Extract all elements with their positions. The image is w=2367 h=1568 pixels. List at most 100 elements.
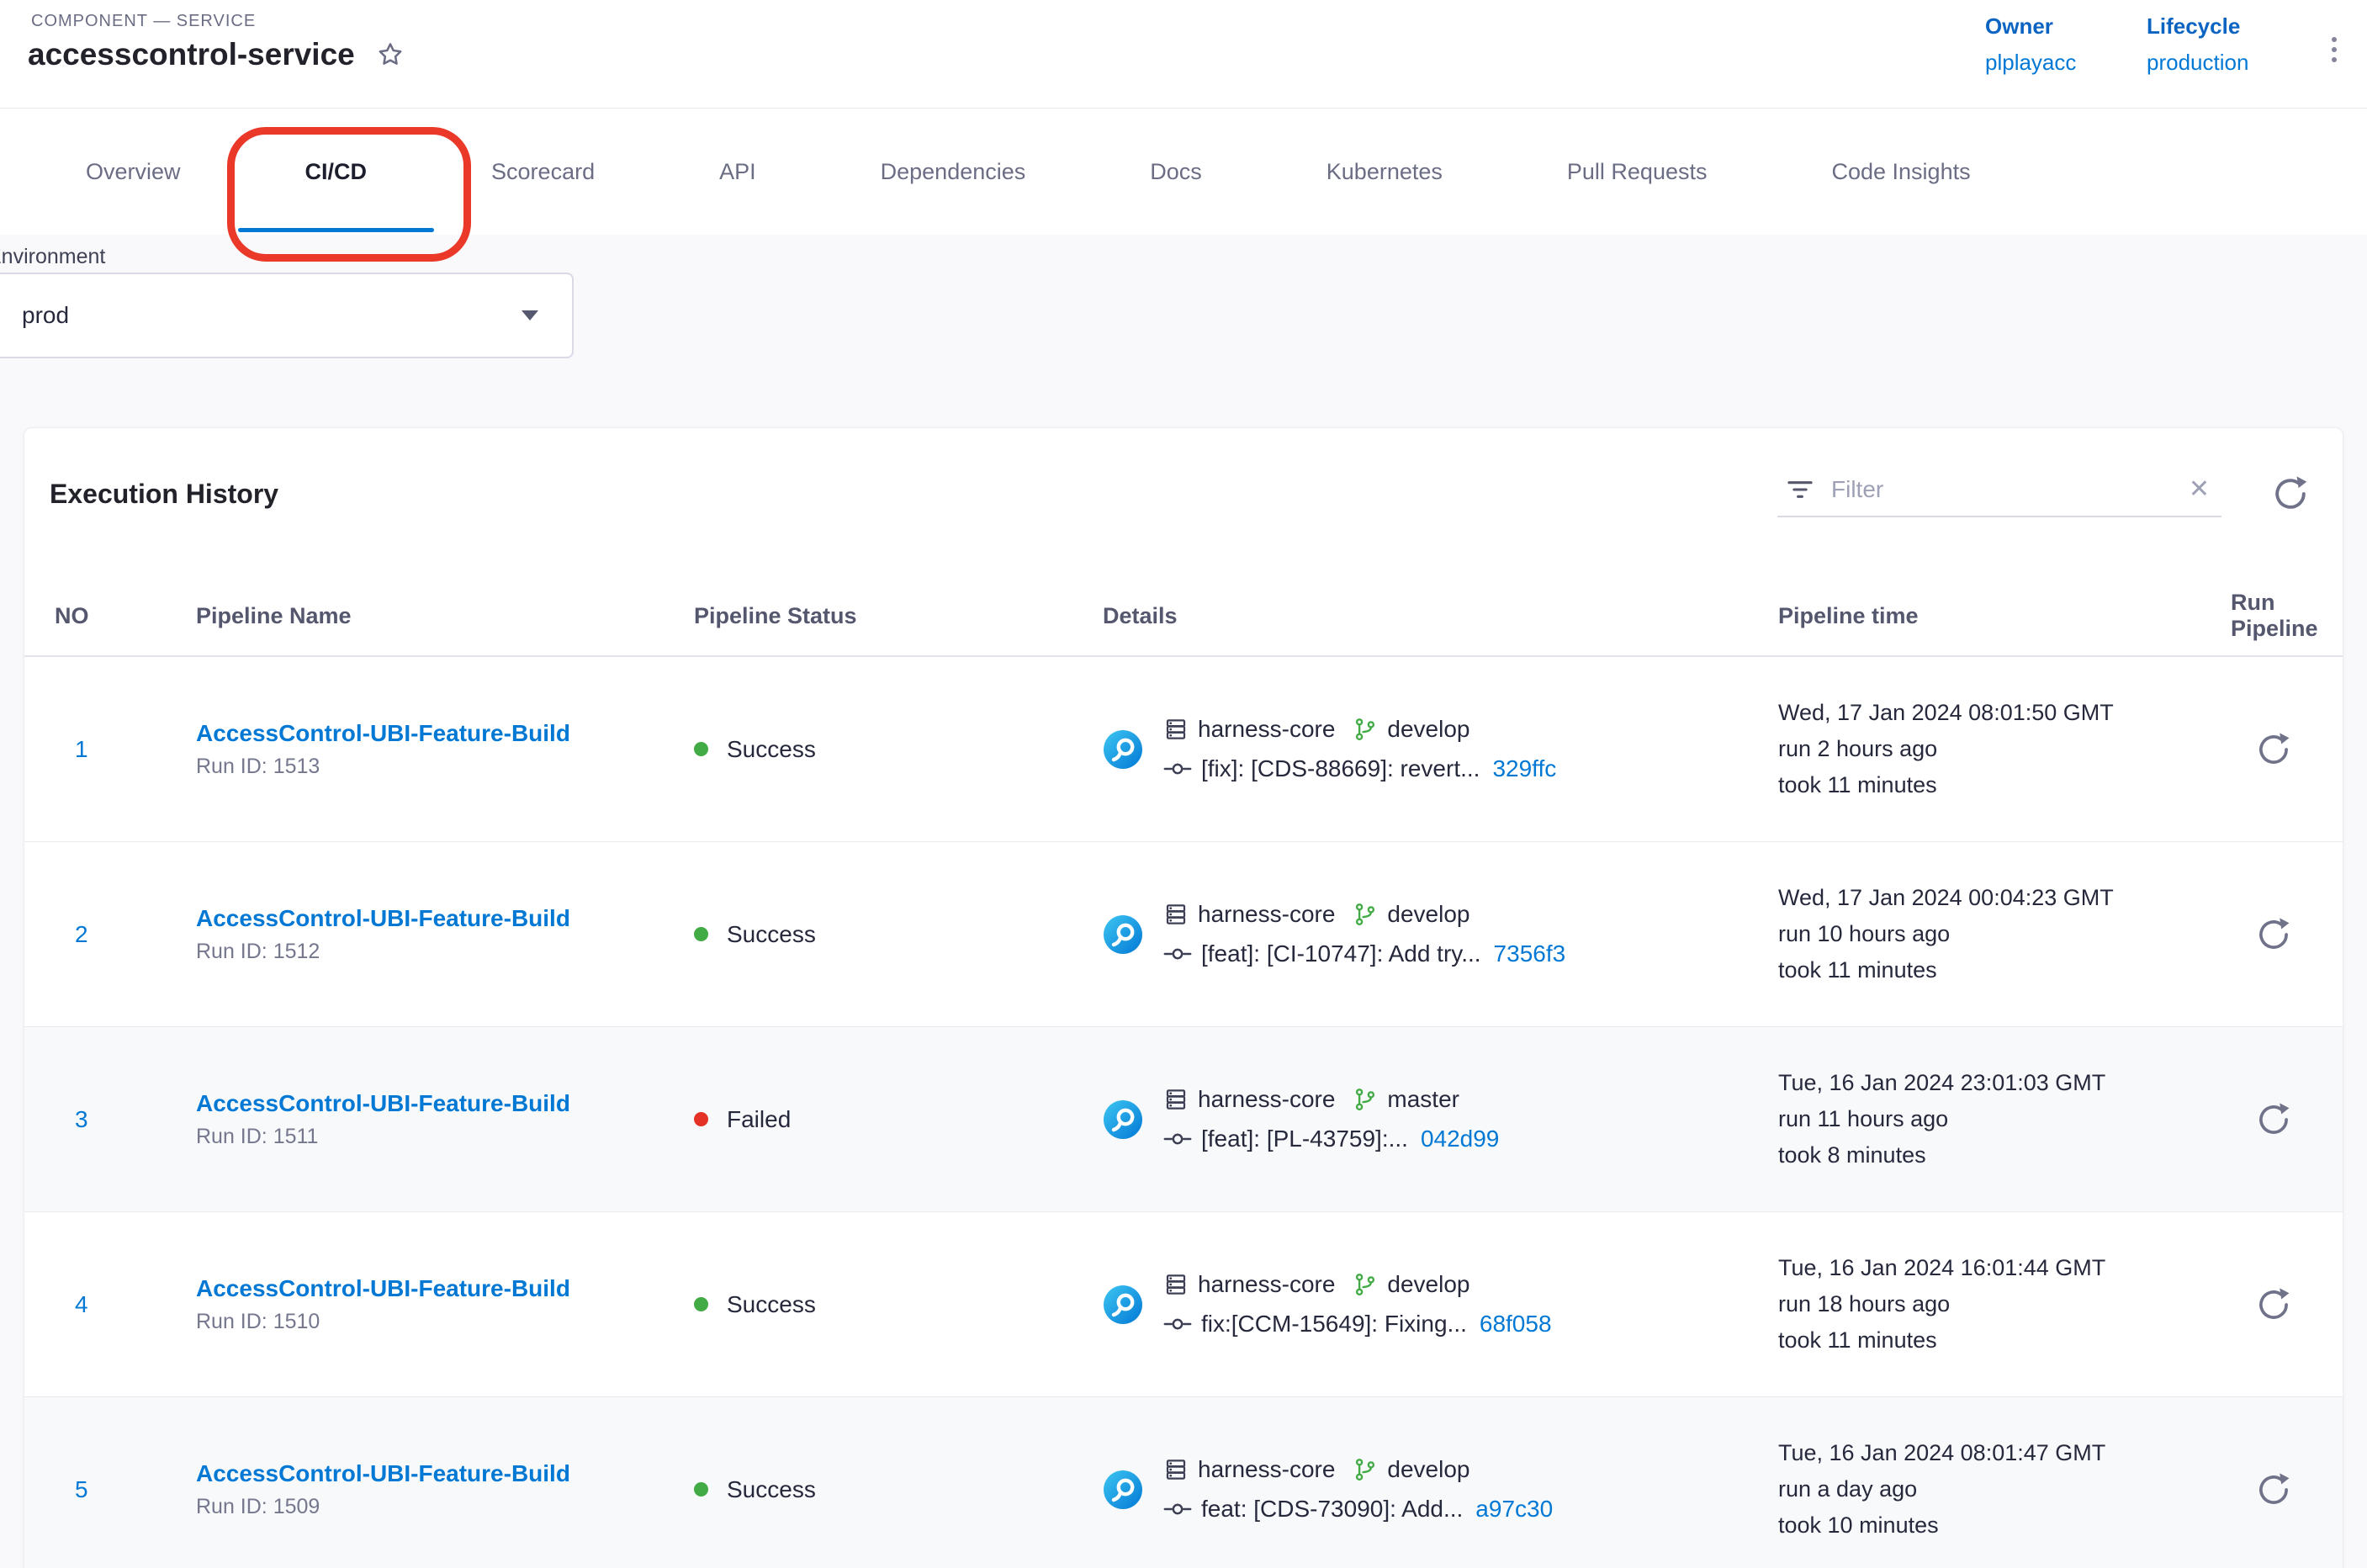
repo-icon <box>1163 1272 1189 1297</box>
commit-icon <box>1163 946 1192 961</box>
clear-filter-button[interactable]: ✕ <box>2184 475 2215 504</box>
pipeline-time-duration: took 11 minutes <box>1778 1327 2231 1353</box>
row-number[interactable]: 4 <box>55 1291 196 1318</box>
run-pipeline-button[interactable] <box>2256 1472 2312 1507</box>
repo-name: harness-core <box>1198 1271 1335 1298</box>
row-number[interactable]: 1 <box>55 736 196 763</box>
pipeline-name-link[interactable]: AccessControl-UBI-Feature-Build <box>196 1275 694 1302</box>
pipeline-name-link[interactable]: AccessControl-UBI-Feature-Build <box>196 905 694 932</box>
run-pipeline-button[interactable] <box>2256 917 2312 952</box>
rerun-icon <box>2256 1102 2291 1137</box>
table-row: 3 AccessControl-UBI-Feature-Build Run ID… <box>24 1027 2343 1212</box>
tab-overview[interactable]: Overview <box>24 109 243 235</box>
commit-hash-link[interactable]: 042d99 <box>1421 1126 1499 1152</box>
breadcrumb: COMPONENT — SERVICE <box>31 12 256 31</box>
commit-hash-link[interactable]: 329ffc <box>1492 755 1556 782</box>
repo-icon <box>1163 1457 1189 1482</box>
commit-hash-link[interactable]: a97c30 <box>1475 1496 1553 1523</box>
tab-bar: OverviewCI/CDScorecardAPIDependenciesDoc… <box>0 109 2367 235</box>
more-options-button[interactable] <box>2327 32 2342 67</box>
table-header: NO Pipeline Name Pipeline Status Details… <box>24 590 2343 657</box>
commit-hash-link[interactable]: 68f058 <box>1480 1311 1552 1338</box>
commit-hash-link[interactable]: 7356f3 <box>1494 940 1566 967</box>
pipeline-time-relative: run 2 hours ago <box>1778 736 2231 762</box>
status-dot <box>694 1297 708 1311</box>
page: COMPONENT — SERVICE accesscontrol-servic… <box>0 0 2367 1568</box>
run-pipeline-button[interactable] <box>2256 1102 2312 1137</box>
column-header-run-pipeline: Run Pipeline <box>2231 590 2318 642</box>
pipeline-icon <box>1103 1285 1143 1325</box>
pipeline-name-link[interactable]: AccessControl-UBI-Feature-Build <box>196 1460 694 1487</box>
tab-dependencies[interactable]: Dependencies <box>818 109 1088 235</box>
kebab-icon <box>2332 37 2337 42</box>
filter-icon <box>1784 474 1816 506</box>
run-pipeline-button[interactable] <box>2256 1287 2312 1322</box>
pipeline-time-duration: took 10 minutes <box>1778 1512 2231 1539</box>
owner-block: Owner plplayacc <box>1985 13 2076 76</box>
pipeline-time-date: Wed, 17 Jan 2024 00:04:23 GMT <box>1778 885 2231 911</box>
section-title: Execution History <box>50 479 278 510</box>
run-pipeline-button[interactable] <box>2256 732 2312 767</box>
repo-icon <box>1163 902 1189 927</box>
git-branch-icon <box>1353 1087 1378 1112</box>
git-branch-icon <box>1353 1457 1378 1482</box>
status-label: Failed <box>727 1106 791 1133</box>
row-number[interactable]: 3 <box>55 1106 196 1133</box>
table-row: 2 AccessControl-UBI-Feature-Build Run ID… <box>24 842 2343 1027</box>
row-number[interactable]: 2 <box>55 921 196 948</box>
branch-name: develop <box>1387 901 1469 928</box>
branch-name: master <box>1387 1086 1459 1113</box>
status-label: Success <box>727 1476 816 1503</box>
owner-label: Owner <box>1985 13 2076 40</box>
tab-docs[interactable]: Docs <box>1088 109 1264 235</box>
commit-message: [feat]: [PL-43759]:... <box>1201 1126 1408 1152</box>
pipeline-time-date: Tue, 16 Jan 2024 08:01:47 GMT <box>1778 1440 2231 1466</box>
tab-kubernetes[interactable]: Kubernetes <box>1264 109 1505 235</box>
pipeline-time-date: Wed, 17 Jan 2024 08:01:50 GMT <box>1778 700 2231 726</box>
pipeline-time-relative: run 11 hours ago <box>1778 1106 2231 1132</box>
pipeline-time-duration: took 8 minutes <box>1778 1142 2231 1168</box>
tab-scorecard[interactable]: Scorecard <box>429 109 657 235</box>
pipeline-name-link[interactable]: AccessControl-UBI-Feature-Build <box>196 1090 694 1117</box>
environment-label: Environment <box>0 245 105 269</box>
table-body: 1 AccessControl-UBI-Feature-Build Run ID… <box>24 657 2343 1568</box>
lifecycle-label: Lifecycle <box>2147 13 2248 40</box>
tab-pull-requests[interactable]: Pull Requests <box>1505 109 1770 235</box>
favorite-star-icon[interactable] <box>375 40 405 70</box>
refresh-button[interactable] <box>2272 475 2309 512</box>
column-header-pipeline-name: Pipeline Name <box>196 603 694 629</box>
commit-message: feat: [CDS-73090]: Add... <box>1201 1496 1463 1523</box>
pipeline-name-link[interactable]: AccessControl-UBI-Feature-Build <box>196 720 694 747</box>
commit-message: fix:[CCM-15649]: Fixing... <box>1201 1311 1467 1338</box>
status-label: Success <box>727 921 816 948</box>
page-title: accesscontrol-service <box>28 37 355 72</box>
branch-name: develop <box>1387 1271 1469 1298</box>
row-number[interactable]: 5 <box>55 1476 196 1503</box>
pipeline-time-relative: run 18 hours ago <box>1778 1291 2231 1317</box>
table-row: 5 AccessControl-UBI-Feature-Build Run ID… <box>24 1397 2343 1568</box>
rerun-icon <box>2256 1472 2291 1507</box>
status-dot <box>694 1482 708 1496</box>
tab-code-insights[interactable]: Code Insights <box>1769 109 2032 235</box>
rerun-icon <box>2256 917 2291 952</box>
owner-link[interactable]: plplayacc <box>1985 50 2076 76</box>
column-header-details: Details <box>1103 603 1778 629</box>
chevron-down-icon <box>522 310 538 320</box>
run-id: Run ID: 1510 <box>196 1310 694 1334</box>
run-id: Run ID: 1512 <box>196 940 694 964</box>
rerun-icon <box>2256 1287 2291 1322</box>
run-id: Run ID: 1513 <box>196 755 694 779</box>
repo-icon <box>1163 1087 1189 1112</box>
repo-name: harness-core <box>1198 716 1335 743</box>
environment-select[interactable]: prod <box>0 273 574 358</box>
pipeline-time-relative: run 10 hours ago <box>1778 921 2231 947</box>
pipeline-time-relative: run a day ago <box>1778 1476 2231 1502</box>
status-label: Success <box>727 736 816 763</box>
refresh-icon <box>2272 475 2309 512</box>
tab-api[interactable]: API <box>657 109 818 235</box>
repo-name: harness-core <box>1198 901 1335 928</box>
tab-ci-cd[interactable]: CI/CD <box>243 109 430 235</box>
filter-input[interactable] <box>1830 475 2170 504</box>
column-header-pipeline-time: Pipeline time <box>1778 603 2231 629</box>
filter-field: ✕ <box>1777 470 2221 517</box>
